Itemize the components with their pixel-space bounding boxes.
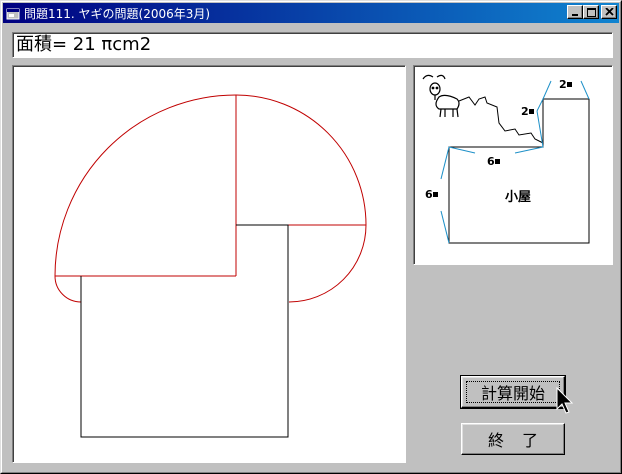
mouse-cursor-icon bbox=[556, 387, 574, 414]
exit-button[interactable]: 終了 bbox=[461, 423, 565, 455]
close-icon bbox=[604, 8, 614, 16]
arc-lower-right bbox=[288, 224, 367, 303]
arc-lower-left bbox=[54, 275, 82, 303]
hut-square bbox=[80, 224, 289, 438]
area-result-field[interactable]: 面積= 21 πcm2 bbox=[12, 32, 613, 58]
focus-rectangle bbox=[466, 381, 560, 403]
app-icon[interactable] bbox=[6, 6, 20, 20]
minimize-icon bbox=[572, 14, 578, 16]
big-arc bbox=[54, 94, 237, 277]
label-left-edge: 6 bbox=[425, 188, 433, 201]
label-top-edge: 6 bbox=[487, 155, 495, 168]
exit-button-label: 終了 bbox=[487, 431, 556, 450]
app-window: 問題111. ヤギの問題(2006年3月) 面積= 21 πcm2 2 2 6 … bbox=[0, 0, 622, 474]
label-hut: 小屋 bbox=[505, 190, 531, 205]
close-button[interactable] bbox=[601, 5, 617, 19]
hut-outline bbox=[448, 98, 590, 244]
arc-upper-right bbox=[235, 94, 367, 226]
rope-line bbox=[458, 96, 544, 144]
problem-diagram: 2 2 6 6 小屋 bbox=[413, 65, 613, 265]
drawing-canvas bbox=[12, 65, 406, 463]
label-right-step: 2 bbox=[521, 105, 529, 118]
window-title: 問題111. ヤギの問題(2006年3月) bbox=[24, 6, 211, 21]
goat-icon bbox=[422, 74, 460, 118]
label-top-right: 2 bbox=[559, 78, 567, 91]
title-bar[interactable]: 問題111. ヤギの問題(2006年3月) bbox=[3, 3, 619, 23]
start-calculation-button[interactable]: 計算開始 bbox=[460, 375, 566, 409]
minimize-button[interactable] bbox=[567, 5, 583, 19]
dimension-lines bbox=[440, 80, 590, 244]
maximize-button[interactable] bbox=[583, 5, 599, 19]
maximize-icon bbox=[586, 7, 596, 17]
window-controls bbox=[567, 5, 617, 19]
